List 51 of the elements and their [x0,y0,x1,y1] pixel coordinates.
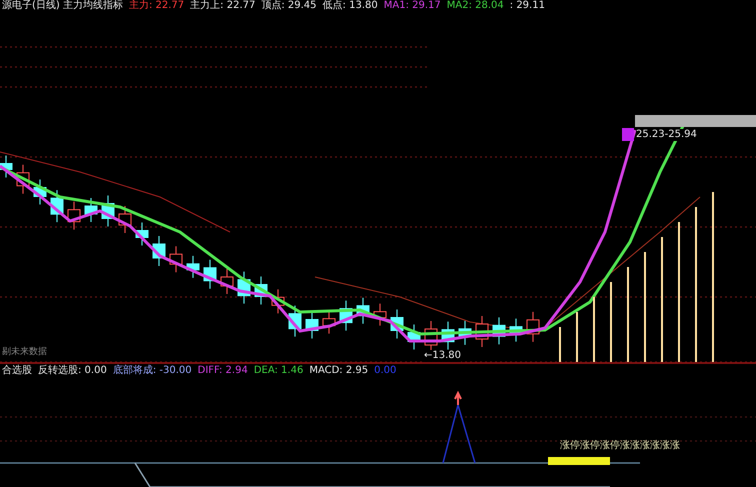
candlestick [102,195,114,227]
candlestick [254,276,268,305]
indicator-value: 反转选股: 0.00 [38,364,107,376]
candlestick [340,300,352,332]
candlestick [442,321,454,350]
signal-spike [442,402,476,464]
candlestick [118,206,132,234]
candlestick [288,305,302,338]
candlestick [220,268,234,294]
candlestick [204,259,216,290]
up-arrow-icon [454,390,462,406]
candlestick [408,324,420,350]
candlestick [34,179,46,205]
panel-title: 合选股 [2,364,32,376]
price-marker [622,128,634,141]
candlestick [170,246,182,273]
candlestick [50,190,64,223]
indicator-value: DIFF: 2.94 [198,364,248,376]
candlestick [510,318,522,342]
candlestick [476,316,488,348]
candlestick [526,311,540,342]
candlestick [16,164,30,194]
candlestick [458,320,472,346]
indicator-value: 0.00 [374,364,396,376]
chart-footnote: 剔未来数据 [2,346,47,358]
indicator-value: MA1: 29.17 [384,0,441,12]
candlestick [238,271,250,304]
candlestick [186,255,200,278]
indicator-value: 顶点: 29.45 [261,0,317,12]
indicator-value: 底部将成: -30.00 [112,364,192,376]
indicator-value: : 29.11 [510,0,545,12]
candlestick [152,236,166,266]
indicator-value: DEA: 1.46 [254,364,304,376]
price-range-label: 25.23-25.94 [636,129,697,141]
candlestick [136,222,148,246]
candlestick [374,303,386,326]
candlestick [322,310,336,334]
candlestick [272,288,284,314]
indicator-value: MA2: 28.04 [446,0,504,12]
low-price-label: ←13.80 [424,350,462,362]
signal-text: 涨停涨停涨停涨涨涨涨涨涨 [560,440,680,452]
candlestick [0,155,12,178]
signal-bar [548,457,610,465]
candlestick [68,201,80,230]
indicator-value: 低点: 13.80 [322,0,378,12]
candlestick [492,316,506,345]
candlestick [390,309,404,339]
candlestick [356,297,370,324]
indicator-value: MACD: 2.95 [309,364,368,376]
candlestick [84,198,98,222]
candlestick [306,311,318,339]
